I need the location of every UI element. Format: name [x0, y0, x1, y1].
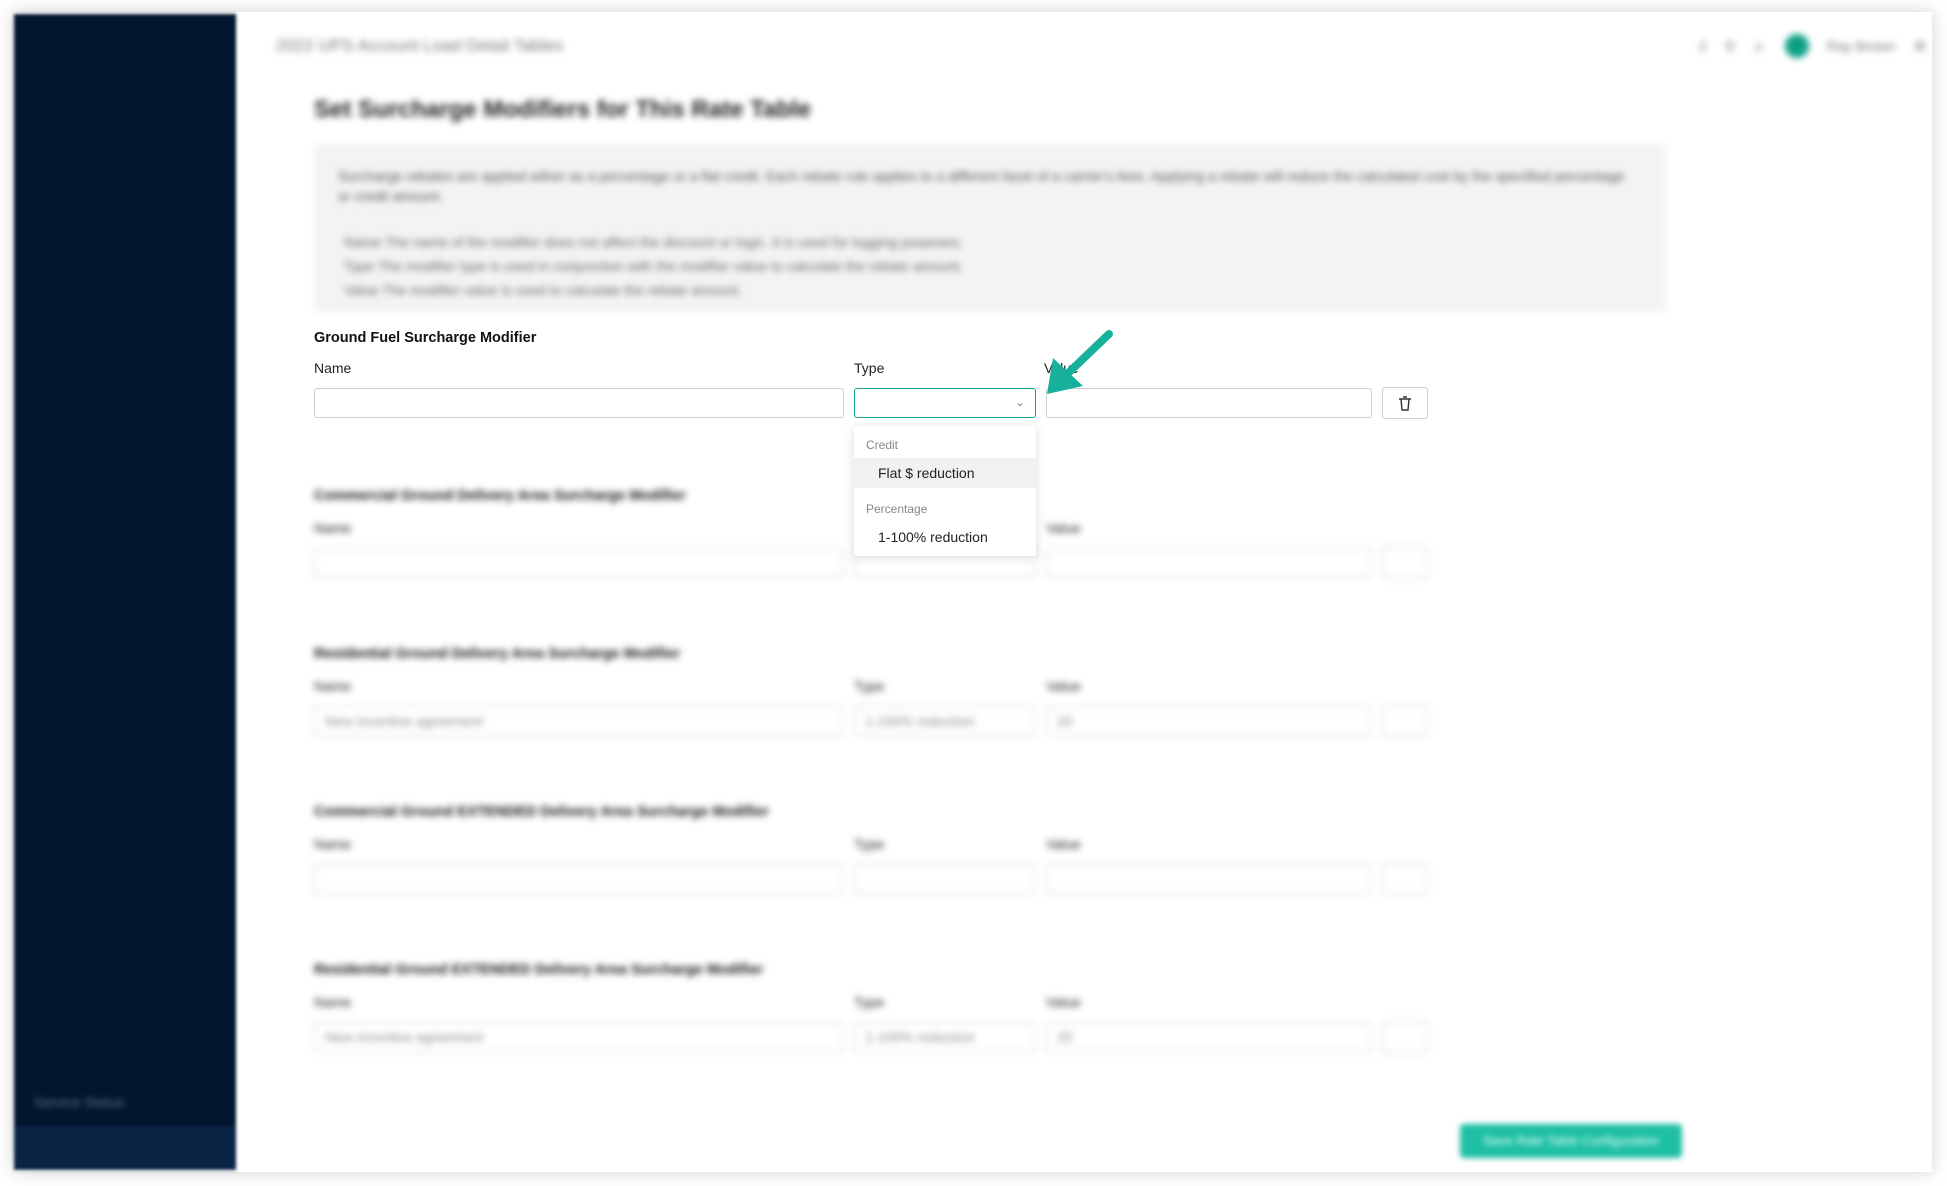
name-input[interactable]: [314, 388, 844, 418]
value-label: Value: [1046, 994, 1081, 1010]
chevron-down-icon: ⌄: [1014, 395, 1025, 409]
dropdown-option-flat-reduction[interactable]: Flat $ reduction: [854, 458, 1036, 488]
save-rate-table-button[interactable]: Save Rate Table Configuration: [1460, 1124, 1682, 1158]
topbar-title: 2022 UPS Account Load Detail Tables: [276, 36, 563, 55]
type-label: Type: [854, 360, 885, 376]
trash-icon: [1399, 396, 1411, 411]
delete-modifier-button[interactable]: [1382, 705, 1428, 737]
topbar: 2022 UPS Account Load Detail Tables 2 ⚲ …: [276, 30, 1926, 68]
section-title: Ground Fuel Surcharge Modifier: [314, 330, 537, 346]
name-label: Name: [314, 360, 352, 376]
type-label: Type: [854, 678, 885, 694]
name-input[interactable]: [314, 548, 844, 578]
type-select[interactable]: [854, 864, 1036, 894]
info-line-value: Value The modifier value is used to calc…: [344, 282, 742, 298]
type-select[interactable]: ⌄: [854, 388, 1036, 418]
topbar-actions: 2 ⚲ ♬ Ray Brown ⚙: [1699, 34, 1926, 58]
pointer-arrow-icon: [1047, 330, 1113, 394]
type-select[interactable]: 1-100% reduction: [854, 1022, 1036, 1052]
section-title: Residential Ground EXTENDED Delivery Are…: [314, 962, 764, 978]
name-label: Name: [314, 678, 352, 694]
delete-modifier-button[interactable]: [1382, 387, 1428, 419]
type-label: Type: [854, 994, 885, 1010]
bell-icon[interactable]: ♬: [1753, 38, 1767, 54]
avatar[interactable]: [1784, 34, 1809, 58]
value-input[interactable]: 20: [1046, 1022, 1372, 1052]
name-label: Name: [314, 836, 352, 852]
sidebar: Service Status: [14, 14, 236, 1170]
page-title: Set Surcharge Modifiers for This Rate Ta…: [314, 96, 811, 123]
dropdown-group-percentage: Percentage: [866, 502, 928, 516]
name-input[interactable]: New incentive agreement: [314, 1022, 844, 1052]
delete-modifier-button[interactable]: [1382, 863, 1428, 895]
dropdown-group-credit: Credit: [866, 438, 899, 452]
section-title: Commercial Ground EXTENDED Delivery Area…: [314, 804, 769, 820]
info-line-name: Name The name of the modifier does not a…: [344, 234, 963, 250]
value-input[interactable]: [1046, 864, 1372, 894]
info-text: Surcharge rebates are applied either as …: [338, 168, 1625, 204]
type-dropdown-menu: Credit Flat $ reduction Percentage 1-100…: [854, 426, 1036, 556]
name-label: Name: [314, 520, 352, 536]
delete-modifier-button[interactable]: [1382, 547, 1428, 579]
value-label: Value: [1046, 520, 1081, 536]
service-status-link[interactable]: Service Status: [34, 1094, 124, 1110]
name-input[interactable]: [314, 864, 844, 894]
settings-gear-icon[interactable]: ⚙: [1913, 38, 1926, 55]
name-label: Name: [314, 994, 352, 1010]
type-label: Type: [854, 836, 885, 852]
delete-modifier-button[interactable]: [1382, 1021, 1428, 1053]
type-select[interactable]: 1-100% reduction: [854, 706, 1036, 736]
name-input[interactable]: New incentive agreement: [314, 706, 844, 736]
search-icon[interactable]: ⚲: [1725, 38, 1735, 55]
info-line-type: Type The modifier type is used in conjun…: [344, 258, 964, 274]
notification-count[interactable]: 2: [1699, 38, 1707, 54]
info-box: Surcharge rebates are applied either as …: [314, 144, 1666, 312]
user-name[interactable]: Ray Brown: [1827, 38, 1895, 54]
section-title: Commercial Ground Delivery Area Surcharg…: [314, 488, 686, 504]
value-label: Value: [1046, 836, 1081, 852]
value-input[interactable]: [1046, 548, 1372, 578]
section-title: Residential Ground Delivery Area Surchar…: [314, 646, 681, 662]
dropdown-option-percent-reduction[interactable]: 1-100% reduction: [854, 522, 1036, 552]
sidebar-collapse-bar[interactable]: [14, 1126, 236, 1170]
value-input[interactable]: 20: [1046, 706, 1372, 736]
value-label: Value: [1046, 678, 1081, 694]
